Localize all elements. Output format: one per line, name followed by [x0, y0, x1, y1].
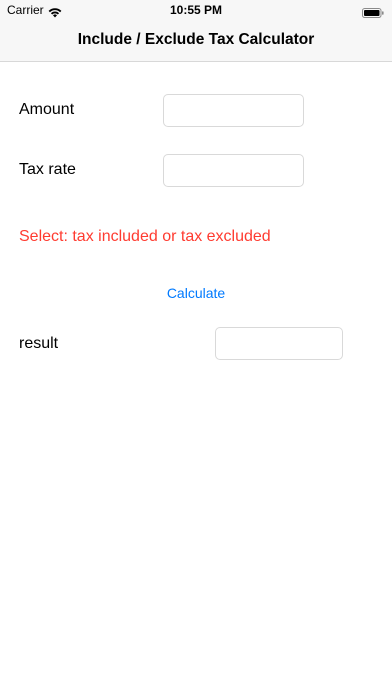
tax-rate-input[interactable] [163, 154, 304, 187]
page-title: Include / Exclude Tax Calculator [77, 31, 315, 48]
battery-icon [362, 5, 384, 18]
status-clock: 10:55 PM [169, 3, 223, 17]
result-label: result [19, 335, 59, 352]
tax-mode-warning: Select: tax included or tax excluded [19, 228, 271, 245]
status-bar: Carrier 10:55 PM [0, 0, 392, 20]
navigation-bar: Include / Exclude Tax Calculator [0, 20, 392, 62]
amount-input[interactable] [163, 94, 304, 127]
amount-label: Amount [19, 101, 75, 118]
result-field[interactable] [215, 327, 343, 360]
tax-rate-label: Tax rate [19, 161, 76, 178]
calculate-button[interactable]: Calculate [0, 285, 392, 301]
